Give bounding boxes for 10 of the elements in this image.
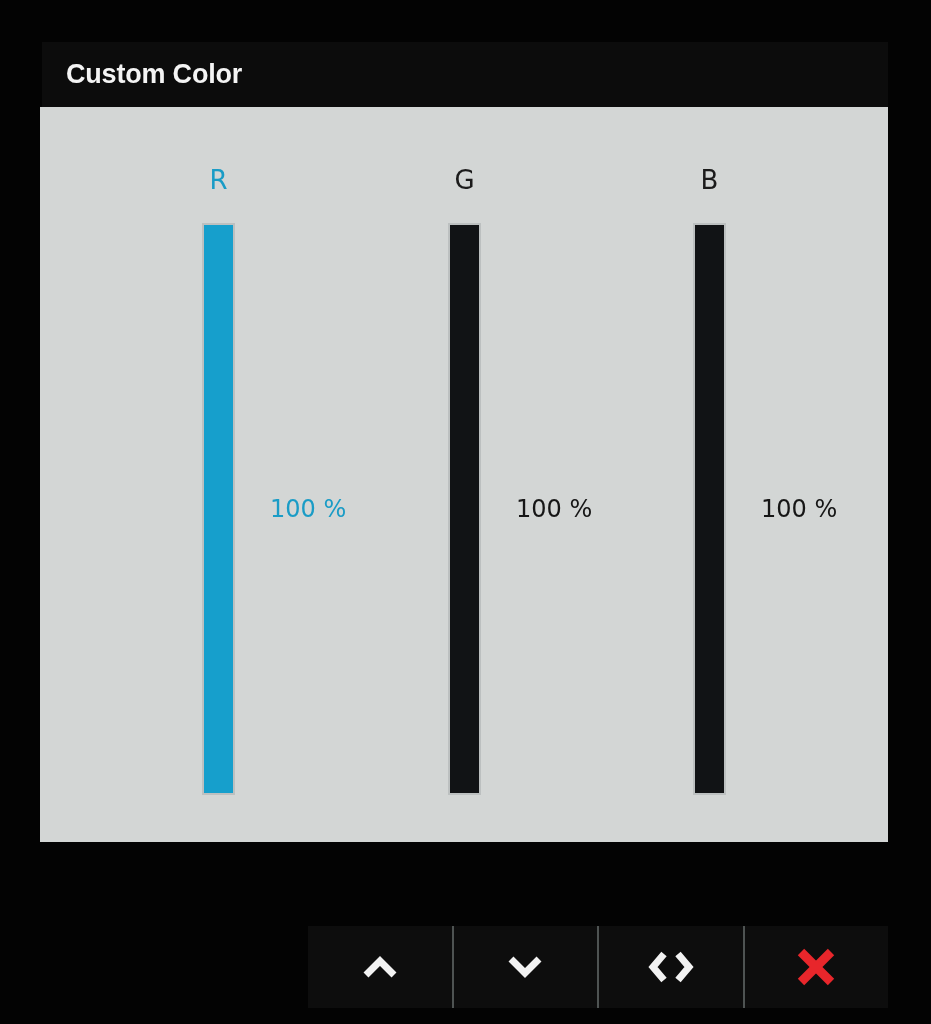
double-chevron-icon xyxy=(646,950,695,984)
channel-label[interactable]: B xyxy=(700,165,719,195)
percent-reading: 100 % xyxy=(270,494,347,524)
chevron-down-icon xyxy=(507,956,544,978)
window-title: Custom Color xyxy=(66,59,243,90)
chevron-up-icon xyxy=(361,956,398,978)
channel-label[interactable]: G xyxy=(454,165,475,195)
percent-reading: 100 % xyxy=(761,494,838,524)
percent-reading: 100 % xyxy=(516,494,593,524)
close-icon xyxy=(796,947,837,987)
